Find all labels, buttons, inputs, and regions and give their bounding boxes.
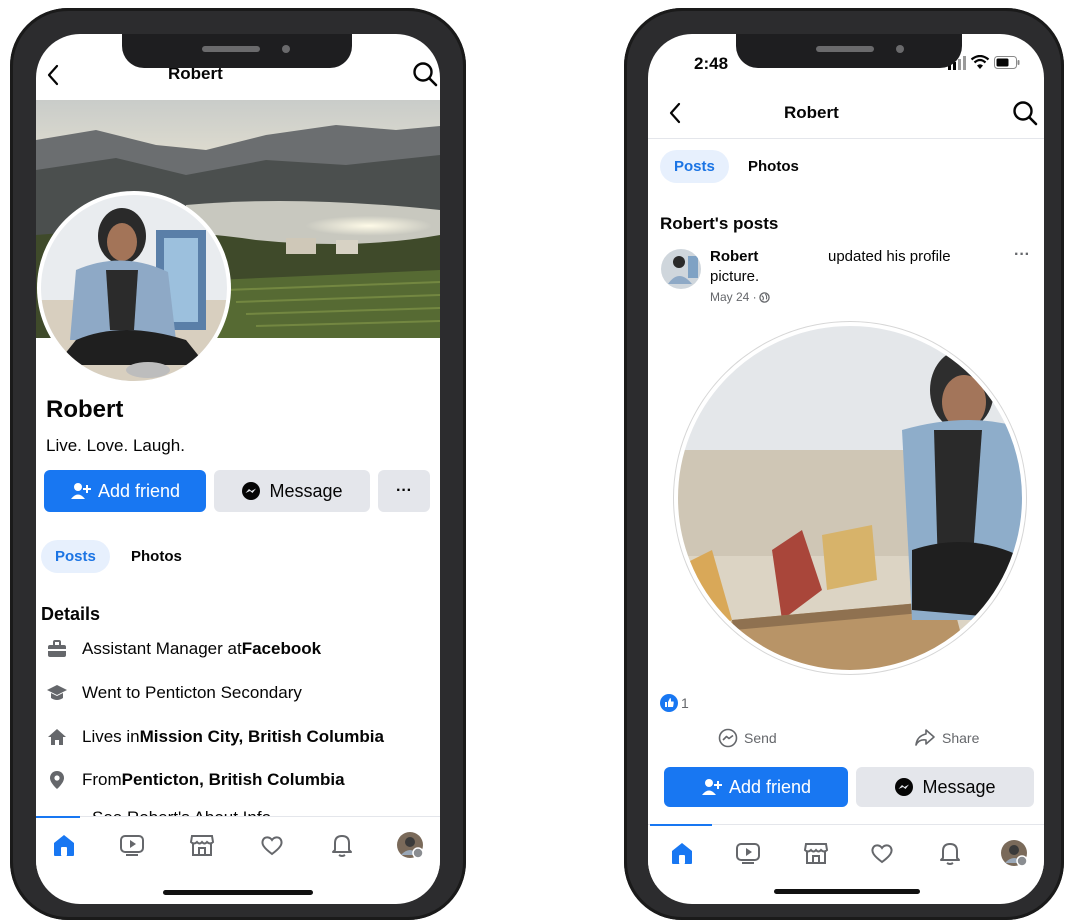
detail-row-lives-in: Lives in Mission City, British Columbia bbox=[46, 726, 384, 748]
back-chevron-icon[interactable] bbox=[46, 64, 60, 86]
more-options-button[interactable]: ··· bbox=[378, 470, 430, 512]
video-icon[interactable] bbox=[118, 831, 146, 859]
message-button[interactable]: Message bbox=[214, 470, 370, 512]
message-button[interactable]: Message bbox=[856, 767, 1034, 807]
location-pin-icon bbox=[46, 769, 68, 791]
share-icon bbox=[915, 729, 935, 746]
left-screen: Robert Robert Live. Love. Laugh. Add fri… bbox=[36, 34, 440, 904]
section-title: Robert's posts bbox=[660, 214, 779, 233]
messenger-icon bbox=[242, 482, 261, 500]
right-notch bbox=[736, 34, 962, 68]
video-icon[interactable] bbox=[734, 839, 762, 867]
post-author-avatar[interactable] bbox=[660, 248, 702, 290]
post-more-button[interactable]: ··· bbox=[1014, 246, 1030, 264]
profile-avatar[interactable] bbox=[396, 831, 424, 859]
left-bottom-nav bbox=[36, 816, 440, 877]
post-profile-picture[interactable] bbox=[672, 320, 1028, 676]
home-tab-indicator bbox=[36, 816, 80, 818]
post-action-text: updated his profile bbox=[828, 248, 951, 265]
add-friend-button[interactable]: Add friend bbox=[664, 767, 848, 807]
bell-icon[interactable] bbox=[936, 839, 964, 867]
home-icon[interactable] bbox=[50, 831, 78, 859]
tab-posts[interactable]: Posts bbox=[660, 150, 729, 183]
tab-photos[interactable]: Photos bbox=[117, 540, 196, 573]
home-indicator bbox=[774, 889, 920, 894]
like-reaction-icon bbox=[660, 694, 678, 712]
profile-name: Robert bbox=[46, 396, 124, 423]
add-friend-icon bbox=[70, 483, 91, 499]
briefcase-icon bbox=[46, 638, 68, 660]
search-icon[interactable] bbox=[1012, 100, 1038, 126]
header-divider bbox=[648, 138, 1044, 139]
post-author-name[interactable]: Robert bbox=[710, 248, 758, 265]
share-button[interactable]: Share bbox=[914, 728, 979, 748]
post-meta: May 24 · bbox=[710, 290, 770, 304]
bell-icon[interactable] bbox=[328, 831, 356, 859]
globe-icon bbox=[758, 291, 770, 303]
home-tab-indicator bbox=[650, 824, 712, 826]
right-screen: 2:48 Robert Posts Photos Robert's posts … bbox=[648, 34, 1044, 904]
detail-row-from: From Penticton, British Columbia bbox=[46, 769, 345, 791]
search-icon[interactable] bbox=[412, 61, 438, 87]
send-button[interactable]: Send bbox=[718, 728, 777, 748]
post-action-text-cont: picture. bbox=[710, 268, 760, 285]
dating-heart-icon[interactable] bbox=[258, 831, 286, 859]
home-icon[interactable] bbox=[668, 839, 696, 867]
tab-posts[interactable]: Posts bbox=[41, 540, 110, 573]
reactions-summary[interactable]: 1 bbox=[660, 694, 689, 712]
status-time: 2:48 bbox=[694, 54, 729, 73]
marketplace-icon[interactable] bbox=[188, 831, 216, 859]
profile-bio: Live. Love. Laugh. bbox=[46, 436, 185, 455]
house-icon bbox=[46, 726, 68, 748]
battery-icon bbox=[994, 56, 1020, 69]
back-chevron-icon[interactable] bbox=[668, 102, 682, 124]
add-friend-button[interactable]: Add friend bbox=[44, 470, 206, 512]
detail-row-work: Assistant Manager at Facebook bbox=[46, 638, 321, 660]
wifi-icon bbox=[970, 55, 990, 69]
detail-row-education: Went to Penticton Secondary bbox=[46, 682, 302, 704]
home-indicator bbox=[163, 890, 313, 895]
tab-photos[interactable]: Photos bbox=[734, 150, 813, 183]
page-title: Robert bbox=[784, 103, 839, 122]
left-notch bbox=[122, 34, 352, 68]
add-friend-icon bbox=[701, 779, 722, 795]
right-bottom-nav bbox=[648, 824, 1044, 885]
details-heading: Details bbox=[41, 604, 101, 624]
graduation-cap-icon bbox=[46, 682, 68, 704]
dating-heart-icon[interactable] bbox=[868, 839, 896, 867]
messenger-outline-icon bbox=[718, 728, 738, 748]
profile-avatar[interactable] bbox=[1000, 839, 1028, 867]
messenger-icon bbox=[895, 778, 914, 796]
profile-avatar-large[interactable] bbox=[36, 190, 232, 386]
marketplace-icon[interactable] bbox=[802, 839, 830, 867]
